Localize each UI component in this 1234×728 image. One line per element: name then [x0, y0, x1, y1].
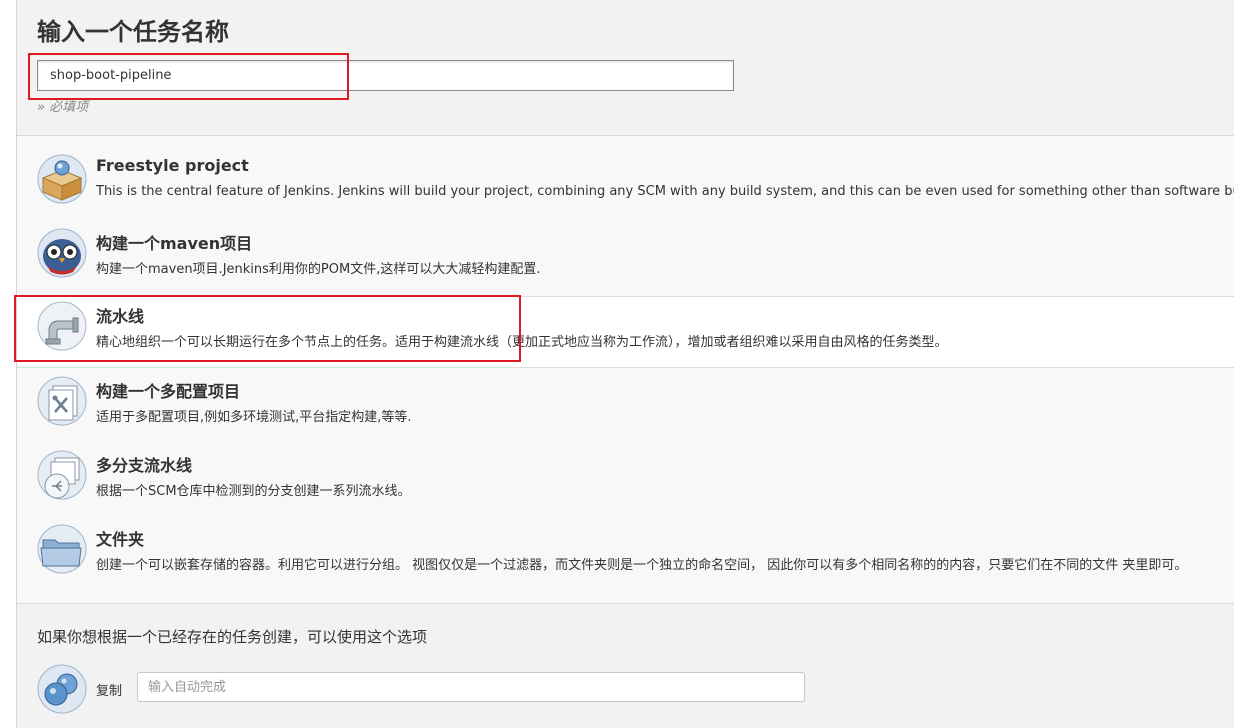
required-note: » 必填项 — [37, 100, 89, 115]
freestyle-box-icon — [37, 154, 87, 204]
type-multibranch[interactable]: 多分支流水线 根据一个SCM仓库中检测到的分支创建一系列流水线。 — [17, 446, 1234, 518]
pipeline-pipe-icon — [37, 301, 87, 351]
copy-label: 复制 — [96, 684, 123, 699]
type-name: 流水线 — [96, 307, 145, 326]
type-maven[interactable]: 构建一个maven项目 构建一个maven项目.Jenkins利用你的POM文件… — [17, 224, 1234, 296]
copy-from-input[interactable] — [137, 672, 805, 702]
left-gutter — [0, 0, 16, 728]
folder-icon — [37, 524, 87, 574]
type-multi-config[interactable]: 构建一个多配置项目 适用于多配置项目,例如多环境测试,平台指定构建,等等. — [17, 372, 1234, 444]
type-name: 构建一个多配置项目 — [96, 382, 241, 401]
type-desc: 构建一个maven项目.Jenkins利用你的POM文件,这样可以大大减轻构建配… — [96, 262, 541, 277]
type-name: 多分支流水线 — [96, 456, 193, 475]
type-desc: This is the central feature of Jenkins. … — [96, 184, 1234, 199]
type-desc: 精心地组织一个可以长期运行在多个节点上的任务。适用于构建流水线（更加正式地应当称… — [96, 335, 948, 350]
item-name-input[interactable] — [37, 60, 734, 91]
type-name: 构建一个maven项目 — [96, 234, 253, 253]
type-desc: 根据一个SCM仓库中检测到的分支创建一系列流水线。 — [96, 484, 411, 499]
page-title: 输入一个任务名称 — [37, 18, 229, 46]
copy-heading: 如果你想根据一个已经存在的任务创建，可以使用这个选项 — [37, 628, 428, 646]
type-pipeline[interactable]: 流水线 精心地组织一个可以长期运行在多个节点上的任务。适用于构建流水线（更加正式… — [17, 296, 1234, 368]
type-name: Freestyle project — [96, 156, 249, 175]
type-desc: 适用于多配置项目,例如多环境测试,平台指定构建,等等. — [96, 410, 412, 425]
multibranch-icon — [37, 450, 87, 500]
type-name: 文件夹 — [96, 530, 145, 549]
copy-spheres-icon — [37, 664, 87, 714]
name-header: 输入一个任务名称 » 必填项 — [17, 0, 1234, 136]
maven-owl-icon — [37, 228, 87, 278]
type-folder[interactable]: 文件夹 创建一个可以嵌套存储的容器。利用它可以进行分组。 视图仅仅是一个过滤器，… — [17, 520, 1234, 592]
type-freestyle[interactable]: Freestyle project This is the central fe… — [17, 150, 1234, 222]
copy-section: 如果你想根据一个已经存在的任务创建，可以使用这个选项 复制 — [17, 603, 1234, 728]
type-desc: 创建一个可以嵌套存储的容器。利用它可以进行分组。 视图仅仅是一个过滤器，而文件夹… — [96, 558, 1188, 573]
new-item-panel: 输入一个任务名称 » 必填项 Freestyle project This is… — [14, 0, 1234, 728]
multi-config-icon — [37, 376, 87, 426]
